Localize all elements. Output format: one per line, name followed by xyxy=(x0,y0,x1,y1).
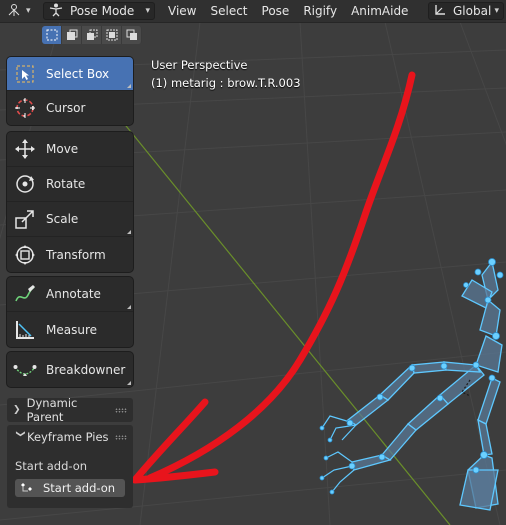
cursor-icon xyxy=(12,95,38,121)
tool-options-triangle xyxy=(127,305,131,309)
select-intersect-icon xyxy=(126,29,137,40)
annotation-arrow xyxy=(131,71,416,484)
select-subtract-button[interactable] xyxy=(82,26,102,44)
toolbar-select-group: Select Box Cursor xyxy=(7,57,133,125)
panel-dynamic-parent: ❯ Dynamic Parent xyxy=(7,396,133,424)
select-invert-icon xyxy=(106,29,117,41)
chevron-down-icon: ▾ xyxy=(26,6,31,16)
drag-grip-icon[interactable] xyxy=(115,407,127,413)
tool-label: Annotate xyxy=(46,287,101,301)
transform-orientation-selector[interactable]: Global ▾ xyxy=(428,2,504,20)
mode-label: Pose Mode xyxy=(70,4,135,18)
tool-options-triangle xyxy=(127,381,131,385)
tool-move[interactable]: Move xyxy=(7,132,133,167)
tool-options-triangle xyxy=(127,84,131,88)
orientation-label: Global xyxy=(453,4,492,18)
tool-label: Transform xyxy=(46,247,106,262)
rotate-icon xyxy=(12,171,38,197)
chevron-down-icon: ▾ xyxy=(145,6,150,16)
tool-options-triangle xyxy=(127,230,131,234)
panel-keyframe-pies: ❯ Keyframe Pies Start add-on Start add-o… xyxy=(7,425,133,508)
tool-label: Breakdowner xyxy=(46,362,126,377)
select-extend-button[interactable] xyxy=(62,26,82,44)
panel-header[interactable]: ❯ Keyframe Pies xyxy=(7,425,133,449)
transform-icon xyxy=(12,242,38,268)
tool-transform[interactable]: Transform xyxy=(7,237,133,272)
tool-label: Select Box xyxy=(46,66,110,81)
y-axis-line xyxy=(104,99,451,525)
armature-rig xyxy=(346,260,503,511)
panel-header[interactable]: ❯ Dynamic Parent xyxy=(7,396,133,424)
armature-editor-icon xyxy=(6,3,22,20)
panel-title: Dynamic Parent xyxy=(26,396,78,424)
active-object-label: (1) metarig : brow.T.R.003 xyxy=(151,76,301,90)
start-addon-button[interactable]: Start add-on xyxy=(15,479,125,497)
viewport-header: ▾ Pose Mode ▾ View Select Pose Rigify An… xyxy=(0,0,506,23)
drag-grip-icon[interactable] xyxy=(115,434,127,440)
select-intersect-button[interactable] xyxy=(122,26,142,44)
tool-label: Move xyxy=(46,142,79,156)
tool-breakdowner[interactable]: Breakdowner xyxy=(7,352,133,387)
pose-mode-icon xyxy=(48,3,64,20)
start-addon-button-label: Start add-on xyxy=(43,481,116,495)
tool-annotate[interactable]: Annotate xyxy=(7,277,133,312)
tool-scale[interactable]: Scale xyxy=(7,202,133,237)
menu-animaide[interactable]: AnimAide xyxy=(344,4,415,18)
panel-title: Keyframe Pies xyxy=(27,430,109,444)
chevron-down-icon: ❯ xyxy=(15,430,25,438)
annotate-icon xyxy=(12,281,38,307)
orientation-icon xyxy=(433,3,447,20)
move-icon xyxy=(12,136,38,162)
tool-rotate[interactable]: Rotate xyxy=(7,167,133,202)
select-extend-icon xyxy=(66,29,77,40)
menu-select[interactable]: Select xyxy=(203,4,254,18)
select-subtract-icon xyxy=(86,29,97,40)
select-invert-button[interactable] xyxy=(102,26,122,44)
editor-type-button[interactable]: ▾ xyxy=(2,2,39,20)
view-perspective-label: User Perspective xyxy=(151,58,248,72)
mode-selector[interactable]: Pose Mode ▾ xyxy=(43,2,155,20)
tool-label: Rotate xyxy=(46,177,86,191)
toolbar-breakdowner-group: Breakdowner xyxy=(7,352,133,387)
start-addon-label: Start add-on xyxy=(15,459,88,473)
chevron-right-icon: ❯ xyxy=(13,405,21,415)
chevron-down-icon: ▾ xyxy=(494,6,499,16)
toolbar-transform-group: Move Rotate Scale Transform xyxy=(7,132,133,272)
menu-pose[interactable]: Pose xyxy=(255,4,297,18)
select-new-button[interactable] xyxy=(42,26,62,44)
menu-view[interactable]: View xyxy=(161,4,203,18)
scale-icon xyxy=(12,206,38,232)
select-new-icon xyxy=(46,29,57,41)
keyframe-diamond-icon xyxy=(19,481,35,496)
menu-rigify[interactable]: Rigify xyxy=(296,4,344,18)
measure-icon xyxy=(12,317,38,343)
tool-label: Cursor xyxy=(46,101,86,115)
tool-cursor[interactable]: Cursor xyxy=(7,91,133,125)
toolbar-annotate-group: Annotate Measure xyxy=(7,277,133,347)
selection-mode-buttons xyxy=(42,26,142,44)
select-box-icon xyxy=(12,61,38,87)
breakdowner-icon xyxy=(12,357,38,383)
tool-measure[interactable]: Measure xyxy=(7,312,133,347)
tool-label: Measure xyxy=(46,322,97,337)
tool-label: Scale xyxy=(46,212,79,226)
tool-select-box[interactable]: Select Box xyxy=(7,57,133,91)
